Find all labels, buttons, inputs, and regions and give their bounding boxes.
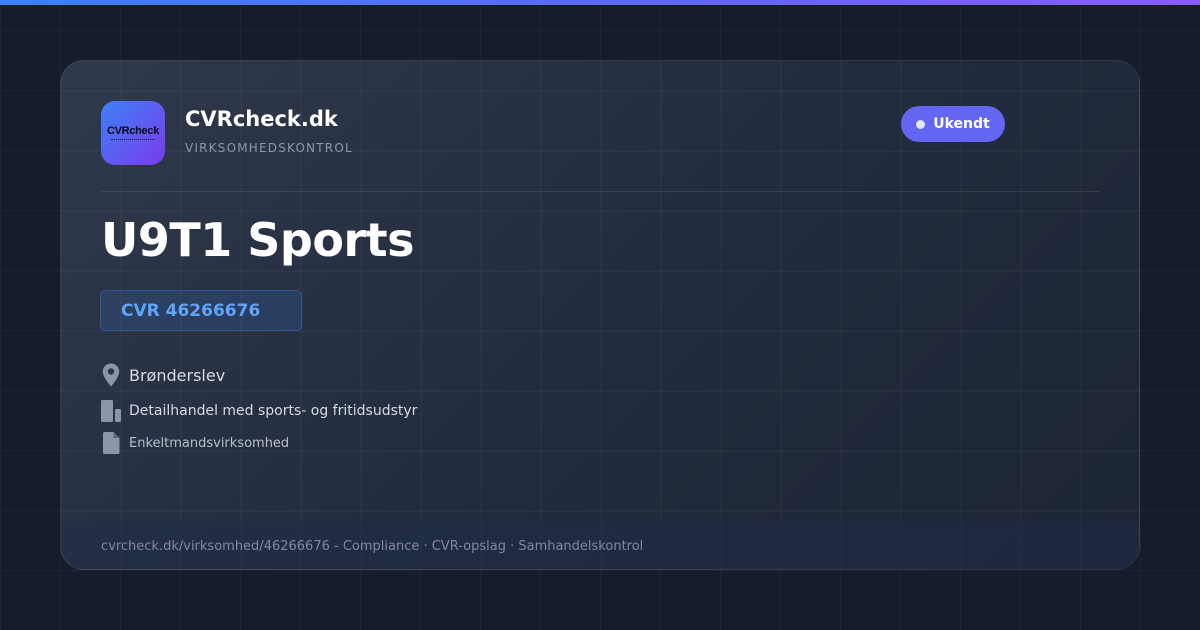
logo-wordmark: CVRcheck — [107, 123, 159, 143]
location-row: Brønderslev — [101, 363, 225, 387]
header-divider — [101, 191, 1101, 192]
status-badge: Ukendt — [901, 106, 1005, 142]
company-card: CVRcheck CVRcheck.dk VIRKSOMHEDSKONTROL … — [60, 60, 1140, 570]
brand-logo: CVRcheck — [101, 101, 165, 165]
industry-row: Detailhandel med sports- og fritidsudsty… — [101, 399, 417, 423]
status-label: Ukendt — [933, 116, 990, 132]
footer-bar: cvrcheck.dk/virksomhed/46266676 - Compli… — [61, 521, 1139, 569]
top-accent-bar — [0, 0, 1200, 5]
cvr-number: CVR 46266676 — [121, 300, 261, 321]
footer-text: cvrcheck.dk/virksomhed/46266676 - Compli… — [101, 538, 644, 554]
brand-tagline: VIRKSOMHEDSKONTROL — [185, 141, 353, 155]
status-dot-icon — [916, 119, 926, 129]
industry-text: Detailhandel med sports- og fritidsudsty… — [129, 403, 418, 419]
location-text: Brønderslev — [129, 365, 226, 385]
map-pin-icon — [101, 363, 121, 387]
cvr-chip: CVR 46266676 — [100, 290, 302, 331]
logo-underline — [111, 138, 155, 141]
logo-text: CVRcheck — [107, 124, 160, 137]
brand-name: CVRcheck.dk — [185, 107, 338, 131]
company-type-row: Enkeltmandsvirksomhed — [101, 431, 289, 455]
building-icon — [101, 399, 121, 423]
document-icon — [101, 431, 121, 455]
company-name: U9T1 Sports — [101, 213, 414, 267]
company-type-text: Enkeltmandsvirksomhed — [129, 435, 290, 451]
